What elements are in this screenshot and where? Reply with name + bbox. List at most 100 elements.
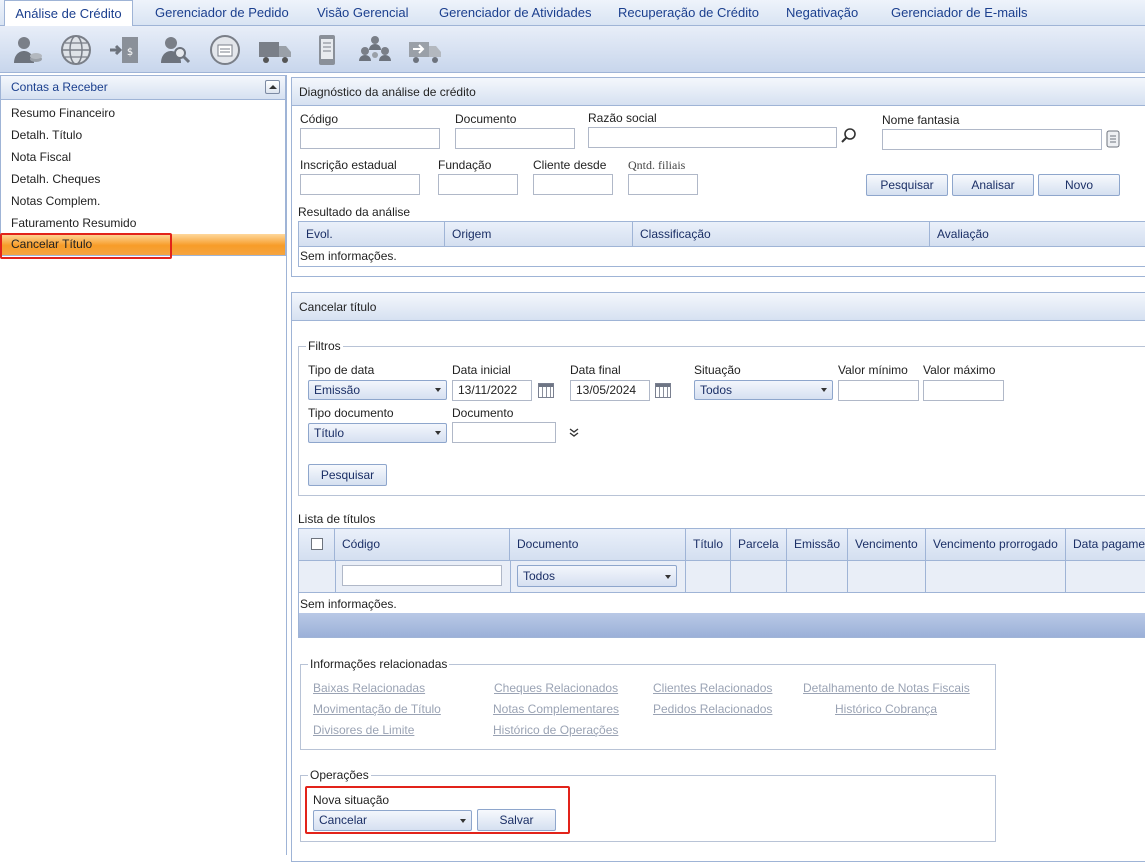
tab-negativacao[interactable]: Negativação xyxy=(786,0,858,26)
sidebar-item-nota-fiscal[interactable]: Nota Fiscal xyxy=(11,150,71,164)
col-vencimento-prorrogado[interactable]: Vencimento prorrogado xyxy=(926,529,1066,560)
chevron-up-icon xyxy=(269,85,277,89)
grid-footer xyxy=(299,613,1145,637)
tab-gerenciador-emails[interactable]: Gerenciador de E-mails xyxy=(891,0,1028,26)
user-search-icon[interactable] xyxy=(158,33,192,67)
module-tab-bar: Análise de Crédito Gerenciador de Pedido… xyxy=(0,0,1145,27)
codigo-filter-input[interactable] xyxy=(342,565,502,586)
col-codigo[interactable]: Código xyxy=(335,529,510,560)
sidebar-item-notas-complem[interactable]: Notas Complem. xyxy=(11,194,100,208)
link-detalhamento-notas-fiscais[interactable]: Detalhamento de Notas Fiscais xyxy=(803,681,970,695)
tipo-data-select[interactable]: Emissão xyxy=(308,380,447,400)
door-money-icon[interactable]: $ xyxy=(108,33,142,67)
select-all-cell xyxy=(299,529,335,560)
column-divider xyxy=(335,561,336,593)
tab-gerenciador-atividades[interactable]: Gerenciador de Atividades xyxy=(439,0,591,26)
pesquisar-titulos-button[interactable]: Pesquisar xyxy=(308,464,387,486)
col-classificacao[interactable]: Classificação xyxy=(633,222,930,246)
select-all-checkbox[interactable] xyxy=(311,538,323,550)
col-avaliacao[interactable]: Avaliação xyxy=(930,222,1145,246)
razao-social-input[interactable] xyxy=(588,127,837,148)
data-final-input[interactable]: 13/05/2024 xyxy=(570,380,650,401)
select-value: Todos xyxy=(523,569,556,583)
fundacao-label: Fundação xyxy=(438,158,492,172)
col-parcela[interactable]: Parcela xyxy=(731,529,787,560)
sidebar-item-detalh-cheques[interactable]: Detalh. Cheques xyxy=(11,172,100,186)
valor-minimo-label: Valor mínimo xyxy=(838,363,908,377)
calendar-icon[interactable] xyxy=(538,383,554,398)
chevron-down-icon xyxy=(821,388,827,392)
link-divisores-limite[interactable]: Divisores de Limite xyxy=(313,723,414,737)
collapse-button[interactable] xyxy=(265,80,280,94)
col-vencimento[interactable]: Vencimento xyxy=(848,529,926,560)
link-clientes-relacionados[interactable]: Clientes Relacionados xyxy=(653,681,772,695)
calendar-icon[interactable] xyxy=(655,383,671,398)
resultado-label: Resultado da análise xyxy=(298,205,411,219)
double-chevron-down-icon[interactable] xyxy=(568,428,580,438)
col-data-pagamento[interactable]: Data pagame xyxy=(1066,529,1145,560)
novo-button[interactable]: Novo xyxy=(1038,174,1120,196)
qntd-filiais-label: Qntd. filiais xyxy=(628,158,686,172)
cancelar-titulo-title: Cancelar título xyxy=(292,293,1145,321)
col-emissao[interactable]: Emissão xyxy=(787,529,848,560)
link-pedidos-relacionados[interactable]: Pedidos Relacionados xyxy=(653,702,772,716)
highlight-box xyxy=(0,233,172,259)
tab-visao-gerencial[interactable]: Visão Gerencial xyxy=(317,0,409,26)
documento-filter-select[interactable]: Todos xyxy=(517,565,677,587)
tab-analise-credito[interactable]: Análise de Crédito xyxy=(4,0,133,27)
col-documento[interactable]: Documento xyxy=(510,529,686,560)
codigo-input[interactable] xyxy=(300,128,440,149)
tipo-documento-select[interactable]: Título xyxy=(308,423,447,443)
web-document-icon[interactable] xyxy=(208,33,242,67)
inscricao-input[interactable] xyxy=(300,174,420,195)
group-users-icon[interactable] xyxy=(358,33,392,67)
data-inicial-input[interactable]: 13/11/2022 xyxy=(452,380,532,401)
resultado-grid-header: Evol. Origem Classificação Avaliação xyxy=(298,221,1145,247)
search-icon[interactable] xyxy=(840,127,858,145)
truck-icon[interactable] xyxy=(258,33,292,67)
link-movimentacao-titulo[interactable]: Movimentação de Título xyxy=(313,702,441,716)
link-historico-cobranca[interactable]: Histórico Cobrança xyxy=(835,702,937,716)
truck-arrow-icon[interactable] xyxy=(408,33,442,67)
situacao-select[interactable]: Todos xyxy=(694,380,833,400)
documento-filter-input[interactable] xyxy=(452,422,556,443)
mobile-document-icon[interactable] xyxy=(310,33,344,67)
documento-label: Documento xyxy=(455,112,517,126)
user-money-icon[interactable] xyxy=(10,33,44,67)
chevron-down-icon xyxy=(665,575,671,579)
nome-fantasia-input[interactable] xyxy=(882,129,1102,150)
col-evol[interactable]: Evol. xyxy=(299,222,445,246)
documento-filter-label: Documento xyxy=(452,406,514,420)
sidebar-item-detalh-titulo[interactable]: Detalh. Título xyxy=(11,128,82,142)
tab-label: Visão Gerencial xyxy=(317,5,409,20)
analisar-button[interactable]: Analisar xyxy=(952,174,1034,196)
tab-recuperacao-credito[interactable]: Recuperação de Crédito xyxy=(618,0,759,26)
valor-maximo-input[interactable] xyxy=(923,380,1004,401)
col-origem[interactable]: Origem xyxy=(445,222,633,246)
link-notas-complementares[interactable]: Notas Complementares xyxy=(493,702,619,716)
sidebar-item-faturamento-resumido[interactable]: Faturamento Resumido xyxy=(11,216,136,230)
svg-text:$: $ xyxy=(127,47,133,58)
globe-icon[interactable] xyxy=(59,33,93,67)
link-cheques-relacionados[interactable]: Cheques Relacionados xyxy=(494,681,618,695)
documento-input[interactable] xyxy=(455,128,575,149)
tab-label: Gerenciador de E-mails xyxy=(891,5,1028,20)
col-titulo[interactable]: Título xyxy=(686,529,731,560)
valor-minimo-input[interactable] xyxy=(838,380,919,401)
qntd-filiais-input[interactable] xyxy=(628,174,698,195)
column-divider xyxy=(1065,561,1066,593)
sidebar-item-resumo-financeiro[interactable]: Resumo Financeiro xyxy=(11,106,115,120)
link-baixas-relacionadas[interactable]: Baixas Relacionadas xyxy=(313,681,425,695)
situacao-label: Situação xyxy=(694,363,741,377)
cliente-desde-input[interactable] xyxy=(533,174,613,195)
list-icon[interactable] xyxy=(1106,130,1120,148)
fundacao-input[interactable] xyxy=(438,174,518,195)
column-divider xyxy=(925,561,926,593)
link-historico-operacoes[interactable]: Histórico de Operações xyxy=(493,723,618,737)
pesquisar-button[interactable]: Pesquisar xyxy=(866,174,948,196)
select-value: Todos xyxy=(700,383,733,397)
tab-gerenciador-pedido[interactable]: Gerenciador de Pedido xyxy=(155,0,289,26)
splitter[interactable] xyxy=(286,75,287,855)
column-divider xyxy=(847,561,848,593)
highlight-box xyxy=(305,786,570,834)
